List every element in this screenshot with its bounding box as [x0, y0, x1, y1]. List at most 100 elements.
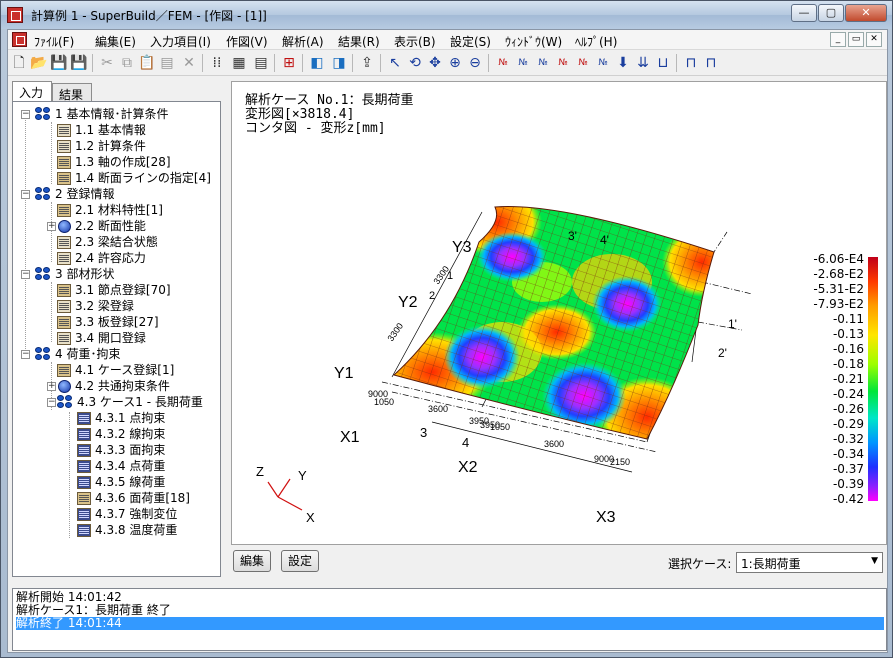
collapse-icon[interactable]: − [21, 270, 30, 279]
legend-label: -0.11 [832, 312, 864, 326]
tree-node-1-1[interactable]: 1.1 基本情報 [17, 122, 217, 138]
tree-node-4-3-2[interactable]: 4.3.2 線拘束 [17, 426, 217, 442]
chevron-down-icon[interactable]: ▼ [871, 556, 878, 566]
menu-help[interactable]: ﾍﾙﾌﾟ(H) [575, 33, 617, 50]
element-number-icon[interactable]: № [514, 54, 532, 72]
tree-node-3-2[interactable]: 3.2 梁登録 [17, 298, 217, 314]
grid-large-icon[interactable]: ▦ [230, 54, 248, 72]
paste-icon[interactable]: 📋 [138, 54, 156, 72]
drawing-view[interactable]: 解析ケース No.1：長期荷重 変形図[×3818.4] コンタ図 - 変形z[… [231, 81, 887, 545]
tab-results[interactable]: 結果 [52, 83, 92, 102]
tree-node-3-3[interactable]: 3.3 板登録[27] [17, 314, 217, 330]
document-icon[interactable] [12, 32, 27, 47]
tree-node-4-3-8[interactable]: 4.3.8 温度荷重 [17, 522, 217, 538]
tree-node-4-3[interactable]: − 4.3 ケース1 - 長期荷重 [17, 394, 217, 410]
collapse-icon[interactable]: − [21, 350, 30, 359]
tree-node-member-shape[interactable]: − 3 部材形状 [17, 266, 217, 282]
tree-node-2-1[interactable]: 2.1 材料特性[1] [17, 202, 217, 218]
input-tree[interactable]: − 1 基本情報･計算条件 1.1 基本情報 1.2 計算条件 1.3 軸の作成… [12, 101, 221, 577]
tree-node-basic-info[interactable]: − 1 基本情報･計算条件 [17, 106, 217, 122]
menu-analysis[interactable]: 解析(A) [282, 33, 324, 50]
tree-node-4-3-5[interactable]: 4.3.5 線荷重 [17, 474, 217, 490]
node-number-icon[interactable]: № [494, 54, 512, 72]
menu-results[interactable]: 結果(R) [338, 33, 380, 50]
solid-view-icon[interactable]: ◨ [330, 54, 348, 72]
paste-special-icon[interactable]: ▤ [158, 54, 176, 72]
edit-button[interactable]: 編集 [233, 550, 271, 572]
layout-icon[interactable]: ▤ [252, 54, 270, 72]
tree-node-registration[interactable]: − 2 登録情報 [17, 186, 217, 202]
grid-small-icon[interactable]: ⁞⁞ [208, 54, 226, 72]
group-icon [35, 187, 52, 202]
case-select[interactable]: 1:長期荷重 ▼ [736, 552, 883, 573]
collapse-icon[interactable]: − [21, 190, 30, 199]
menu-input-items[interactable]: 入力項目(I) [150, 33, 211, 50]
menu-edit[interactable]: 編集(E) [95, 33, 136, 50]
frame-grid-icon[interactable]: ⊞ [280, 54, 298, 72]
save-icon[interactable]: 💾 [50, 54, 68, 72]
section-alt-icon[interactable]: ⊓ [702, 54, 720, 72]
settings-button[interactable]: 設定 [281, 550, 319, 572]
title-bar[interactable]: 計算例 1 - SuperBuild／FEM - [作図 - [1]] — ▢ … [1, 1, 892, 29]
tree-node-3-4[interactable]: 3.4 開口登録 [17, 330, 217, 346]
perspective-icon[interactable]: ◧ [308, 54, 326, 72]
tab-input[interactable]: 入力 [12, 81, 52, 101]
close-button[interactable]: ✕ [845, 4, 887, 22]
expand-icon[interactable]: + [47, 382, 56, 391]
tree-node-2-2[interactable]: + 2.2 断面性能 [17, 218, 217, 234]
tree-node-1-4[interactable]: 1.4 断面ラインの指定[4] [17, 170, 217, 186]
tree-node-1-2[interactable]: 1.2 計算条件 [17, 138, 217, 154]
load-number-icon[interactable]: № [574, 54, 592, 72]
new-file-icon[interactable]: 🗋 [10, 54, 28, 72]
log-line-selected[interactable]: 解析終了 14:01:44 [16, 617, 884, 630]
zoom-in-icon[interactable]: ⊕ [446, 54, 464, 72]
delete-icon[interactable]: ✕ [180, 54, 198, 72]
app-icon[interactable] [7, 7, 23, 23]
tree-node-load-constraint[interactable]: − 4 荷重･拘束 [17, 346, 217, 362]
tree-node-4-2[interactable]: + 4.2 共通拘束条件 [17, 378, 217, 394]
table-icon [57, 364, 71, 377]
load-arrow-icon[interactable]: ⬇ [614, 54, 632, 72]
save-as-icon[interactable]: 💾 [70, 54, 88, 72]
support-number-icon[interactable]: № [594, 54, 612, 72]
plate-number-icon[interactable]: № [534, 54, 552, 72]
mdi-restore-button[interactable]: ▭ [848, 32, 864, 47]
tree-node-4-3-6[interactable]: 4.3.6 面荷重[18] [17, 490, 217, 506]
collapse-icon[interactable]: − [21, 110, 30, 119]
tree-node-2-3[interactable]: 2.3 梁結合状態 [17, 234, 217, 250]
expand-icon[interactable]: + [47, 222, 56, 231]
menu-file[interactable]: ﾌｧｲﾙ(F) [34, 33, 74, 50]
pan-icon[interactable]: ✥ [426, 54, 444, 72]
distributed-load-icon[interactable]: ⇊ [634, 54, 652, 72]
line-number-icon[interactable]: № [554, 54, 572, 72]
menu-display[interactable]: 表示(B) [394, 33, 436, 50]
select-arrow-icon[interactable]: ↖ [386, 54, 404, 72]
minimize-button[interactable]: — [791, 4, 817, 22]
collapse-icon[interactable]: − [47, 398, 56, 407]
tree-node-4-1[interactable]: 4.1 ケース登録[1] [17, 362, 217, 378]
table-icon [57, 236, 71, 249]
tree-node-4-3-4[interactable]: 4.3.4 点荷重 [17, 458, 217, 474]
section-icon[interactable]: ⊓ [682, 54, 700, 72]
menu-window[interactable]: ｳｨﾝﾄﾞｳ(W) [505, 33, 562, 50]
tree-node-4-3-1[interactable]: 4.3.1 点拘束 [17, 410, 217, 426]
tree-node-2-4[interactable]: 2.4 許容応力 [17, 250, 217, 266]
tree-node-1-3[interactable]: 1.3 軸の作成[28] [17, 154, 217, 170]
mdi-minimize-button[interactable]: _ [830, 32, 846, 47]
log-line[interactable]: 解析ケース1：長期荷重 終了 [16, 604, 884, 617]
menu-draw[interactable]: 作図(V) [226, 33, 268, 50]
zoom-out-icon[interactable]: ⊖ [466, 54, 484, 72]
output-log[interactable]: 解析開始 14:01:42 解析ケース1：長期荷重 終了 解析終了 14:01:… [12, 588, 887, 651]
export-icon[interactable]: ⇪ [358, 54, 376, 72]
tree-node-4-3-3[interactable]: 4.3.3 面拘束 [17, 442, 217, 458]
cut-icon[interactable]: ✂ [98, 54, 116, 72]
constraint-icon[interactable]: ⊔ [654, 54, 672, 72]
copy-icon[interactable]: ⧉ [118, 54, 136, 72]
maximize-button[interactable]: ▢ [818, 4, 844, 22]
menu-settings[interactable]: 設定(S) [450, 33, 491, 50]
mdi-close-button[interactable]: ✕ [866, 32, 882, 47]
open-folder-icon[interactable]: 📂 [30, 54, 48, 72]
tree-node-3-1[interactable]: 3.1 節点登録[70] [17, 282, 217, 298]
rotate-icon[interactable]: ⟲ [406, 54, 424, 72]
tree-node-4-3-7[interactable]: 4.3.7 強制変位 [17, 506, 217, 522]
